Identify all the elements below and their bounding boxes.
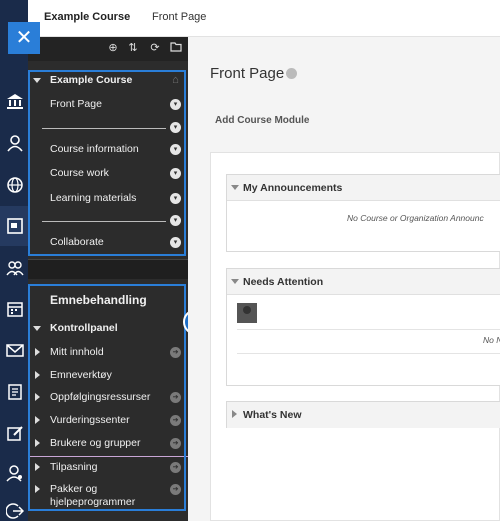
expand-icon[interactable]: [232, 410, 237, 418]
panel-separator: [28, 259, 188, 279]
user-icon[interactable]: [6, 134, 24, 152]
top-bar: Example Course Front Page: [0, 0, 500, 37]
page-title: Front Page: [210, 65, 285, 82]
course-menu-toolbar: ⊕ ⇅ ⟳: [28, 37, 188, 61]
institution-icon[interactable]: [6, 92, 24, 110]
module-header[interactable]: What's New: [227, 402, 500, 428]
collapse-icon[interactable]: [231, 185, 239, 190]
profile-icon[interactable]: [6, 464, 24, 482]
calendar-icon[interactable]: [6, 300, 24, 318]
messages-icon[interactable]: [6, 341, 24, 359]
module-header[interactable]: My Announcements: [227, 175, 500, 201]
collapse-icon[interactable]: [231, 279, 239, 284]
highlight-frame-management: [28, 284, 186, 511]
globe-icon[interactable]: [6, 176, 24, 194]
main-content: Front Page Add Course Module My Announce…: [188, 37, 500, 521]
signout-icon[interactable]: [5, 502, 25, 520]
empty-state-text: No Course or Organization Announc: [347, 213, 484, 223]
app-root: Example Course Front Page ✕ ⊕ ⇅ ⟳ Exampl…: [0, 0, 500, 521]
page-options-icon[interactable]: [286, 68, 297, 79]
courses-icon[interactable]: [6, 217, 24, 235]
close-menu-button[interactable]: ✕: [8, 22, 40, 54]
sort-icon[interactable]: ⇅: [126, 41, 140, 55]
empty-state-text: No N: [483, 335, 500, 345]
groups-icon[interactable]: [6, 259, 24, 277]
refresh-icon[interactable]: ⟳: [148, 41, 162, 55]
divider-line: [237, 353, 500, 354]
avatar: [237, 303, 257, 323]
folder-icon[interactable]: [169, 41, 183, 55]
module-whats-new: What's New: [226, 401, 500, 428]
edit-icon[interactable]: [6, 424, 24, 442]
breadcrumb-course[interactable]: Example Course: [44, 11, 130, 23]
global-nav-rail: [0, 0, 28, 521]
breadcrumb-page[interactable]: Front Page: [152, 11, 206, 23]
module-announcements: My Announcements No Course or Organizati…: [226, 174, 500, 252]
add-icon[interactable]: ⊕: [106, 41, 120, 55]
module-needs-attention: Needs Attention No N: [226, 268, 500, 386]
add-course-module-button[interactable]: Add Course Module: [215, 115, 309, 126]
highlight-frame-course-menu: [28, 70, 186, 256]
module-header[interactable]: Needs Attention: [227, 269, 500, 295]
divider-line: [237, 329, 500, 330]
grades-icon[interactable]: [6, 383, 24, 401]
